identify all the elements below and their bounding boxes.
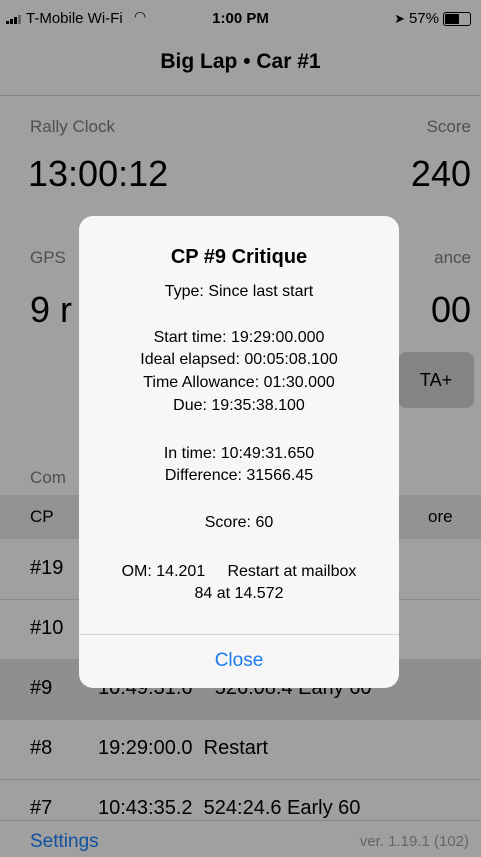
- score-value: 240: [410, 153, 471, 194]
- dialog-in-time: In time: 10:49:31.650: [163, 445, 315, 462]
- allowance-label: ance: [434, 248, 471, 267]
- allowance-value: 00: [430, 289, 471, 330]
- row-cp: #10: [30, 617, 64, 639]
- close-button[interactable]: Close: [79, 634, 399, 688]
- page-title: Big Lap • Car #1: [160, 50, 321, 73]
- status-right: ➤ 57%: [394, 10, 471, 27]
- footer-bar: Settings ver. 1.19.1 (102): [0, 820, 481, 857]
- table-row[interactable]: #8 19:29:00.0 Restart: [0, 719, 481, 780]
- cp-critique-dialog: CP #9 Critique Type: Since last start St…: [79, 216, 399, 688]
- settings-button[interactable]: Settings: [30, 831, 99, 853]
- battery-icon: [443, 11, 471, 26]
- nav-divider: [0, 95, 481, 96]
- ta-plus-button[interactable]: TA+: [398, 352, 474, 408]
- row-text: 19:29:00.0 Restart: [98, 737, 269, 759]
- row-text: 10:43:35.2 524:24.6 Early 60: [98, 797, 361, 819]
- dialog-time-allowance: Time Allowance: 01:30.000: [143, 374, 335, 391]
- rally-clock-label: Rally Clock: [30, 117, 116, 136]
- row-cp: #19: [30, 557, 64, 579]
- status-bar: T-Mobile Wi-Fi ◠ 1:00 PM ➤ 57%: [0, 0, 481, 38]
- dialog-title: CP #9 Critique: [170, 246, 308, 268]
- row-cp: #7: [30, 797, 53, 819]
- row-cp: #9: [30, 677, 53, 699]
- version-label: ver. 1.19.1 (102): [359, 833, 469, 850]
- dialog-start-time: Start time: 19:29:00.000: [153, 329, 325, 346]
- dialog-ideal-elapsed: Ideal elapsed: 00:05:08.100: [140, 351, 338, 368]
- dialog-difference: Difference: 31566.45: [164, 467, 314, 484]
- dialog-om-detail: 84 at 14.572: [194, 585, 284, 602]
- score-label: Score: [426, 117, 471, 136]
- dialog-om: OM: 14.201 Restart at mailbox: [121, 563, 357, 580]
- gps-label: GPS: [30, 248, 66, 267]
- dialog-score: Score: 60: [204, 514, 274, 531]
- row-cp: #8: [30, 737, 53, 759]
- rally-clock-value: 13:00:12: [28, 153, 169, 194]
- dialog-due: Due: 19:35:38.100: [173, 397, 305, 414]
- battery-percent: 57%: [408, 10, 439, 27]
- dialog-type: Type: Since last start: [164, 283, 314, 300]
- header-score: ore: [428, 507, 453, 526]
- gps-value: 9 r: [30, 289, 73, 330]
- location-arrow-icon: ➤: [394, 10, 405, 26]
- header-cp: CP: [30, 507, 54, 526]
- section-label: Com: [30, 468, 66, 487]
